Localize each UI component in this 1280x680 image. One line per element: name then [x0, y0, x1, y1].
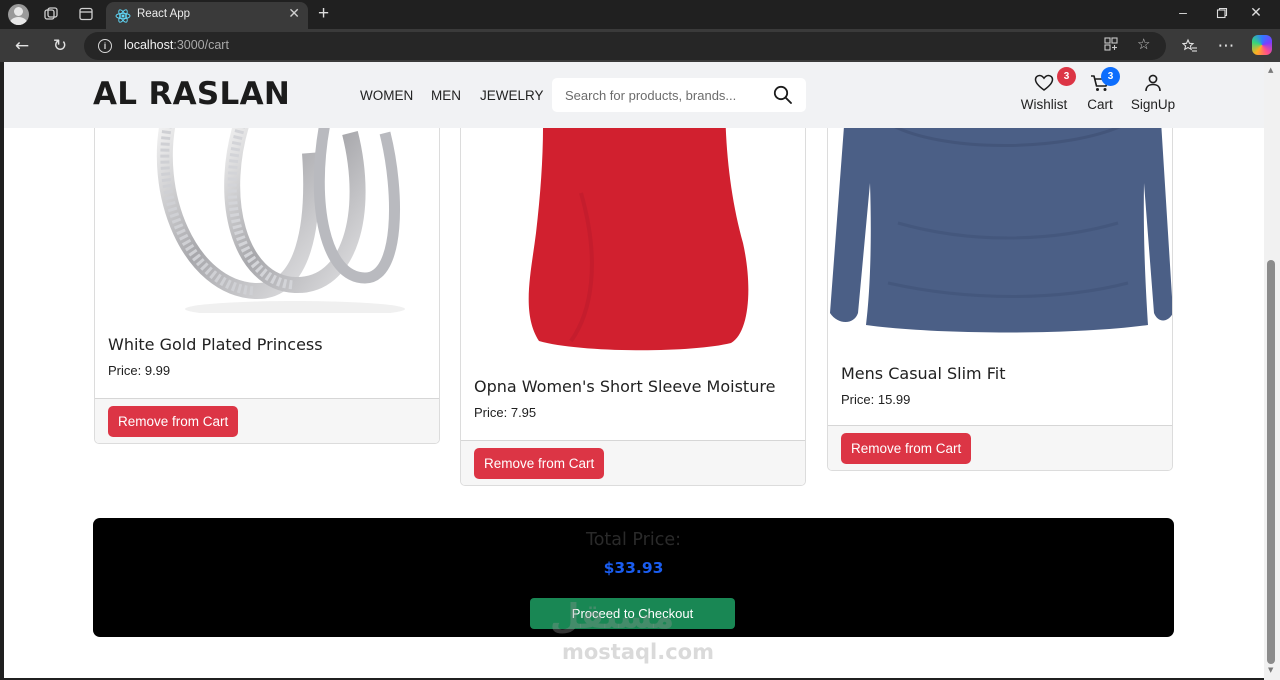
close-window-button[interactable]: ✕ — [1241, 4, 1271, 24]
cart-item-card: Mens Casual Slim Fit Price: 15.99 Remove… — [827, 72, 1173, 471]
product-price: Price: 9.99 — [108, 363, 171, 378]
card-footer: Remove from Cart — [828, 425, 1172, 470]
more-options-icon[interactable]: ⋯ — [1214, 35, 1238, 57]
app-available-icon[interactable] — [1104, 37, 1118, 55]
scroll-thumb[interactable] — [1267, 260, 1275, 664]
tab-close-icon[interactable]: ✕ — [288, 6, 300, 22]
search-input[interactable] — [552, 78, 762, 112]
maximize-button[interactable] — [1207, 4, 1237, 24]
nav-link-men[interactable]: MEN — [431, 88, 461, 103]
nav-link-women[interactable]: WOMEN — [360, 88, 413, 103]
cart-label: Cart — [1087, 97, 1113, 112]
wishlist-label: Wishlist — [1020, 97, 1068, 112]
remove-from-cart-button[interactable]: Remove from Cart — [841, 433, 972, 464]
heart-icon — [1034, 74, 1054, 91]
product-title: White Gold Plated Princess — [108, 335, 323, 354]
product-price: Price: 15.99 — [841, 392, 911, 407]
scroll-up-arrow-icon[interactable]: ▲ — [1268, 66, 1273, 74]
new-tab-button[interactable]: + — [318, 3, 329, 25]
total-price-value: $33.93 — [603, 559, 664, 577]
search-icon — [773, 85, 792, 104]
product-title: Mens Casual Slim Fit — [841, 364, 1006, 383]
favorite-star-icon[interactable]: ☆ — [1137, 35, 1150, 53]
cart-link[interactable]: 3 Cart — [1084, 67, 1120, 120]
react-favicon-icon — [115, 9, 131, 23]
user-icon — [1145, 74, 1161, 92]
workspaces-icon[interactable] — [40, 4, 62, 24]
minimize-button[interactable]: – — [1168, 4, 1198, 24]
site-info-icon[interactable]: i — [98, 39, 112, 53]
product-title: Opna Women's Short Sleeve Moisture — [474, 377, 776, 396]
browser-tab-bar: React App ✕ + – ✕ — [0, 0, 1280, 29]
watermark-logo-latin: mostaql.com — [562, 640, 714, 664]
address-bar[interactable]: i localhost:3000/cart ☆ — [84, 32, 1166, 60]
favorites-icon[interactable] — [1178, 35, 1202, 57]
search-box — [552, 78, 806, 112]
remove-from-cart-button[interactable]: Remove from Cart — [108, 406, 239, 437]
signup-link[interactable]: SignUp — [1130, 72, 1176, 120]
wishlist-link[interactable]: 3 Wishlist — [1019, 67, 1076, 120]
nav-link-jewelry[interactable]: JEWELRY — [480, 88, 544, 103]
site-navbar: AL RASLAN WOMEN MEN JEWELRY 3 Wishlist 3… — [4, 62, 1264, 128]
total-price-label: Total Price: — [585, 530, 682, 550]
page-scrollbar[interactable]: ▲ ▼ — [1264, 62, 1280, 680]
tab-react-app[interactable]: React App ✕ — [106, 2, 308, 29]
card-footer: Remove from Cart — [95, 398, 439, 443]
search-button[interactable] — [768, 83, 798, 107]
cart-item-card: Opna Women's Short Sleeve Moisture Price… — [460, 72, 806, 486]
browser-toolbar: ← ↻ i localhost:3000/cart ☆ ⋯ — [0, 29, 1280, 62]
back-arrow-icon[interactable]: ← — [10, 35, 34, 57]
url-text: localhost:3000/cart — [124, 38, 229, 52]
card-footer: Remove from Cart — [461, 440, 805, 485]
vertical-tabs-icon[interactable] — [75, 4, 97, 24]
scroll-down-arrow-icon[interactable]: ▼ — [1268, 666, 1273, 674]
tab-title: React App — [137, 8, 191, 20]
signup-label: SignUp — [1130, 97, 1176, 112]
brand-logo[interactable]: AL RASLAN — [93, 76, 290, 112]
watermark-logo-arabic: مستقل — [550, 597, 675, 637]
reload-icon[interactable]: ↻ — [48, 35, 72, 57]
product-price: Price: 7.95 — [474, 405, 537, 420]
page-viewport: AL RASLAN WOMEN MEN JEWELRY 3 Wishlist 3… — [4, 62, 1264, 678]
remove-from-cart-button[interactable]: Remove from Cart — [474, 448, 605, 479]
copilot-icon[interactable] — [1252, 35, 1272, 55]
cart-count-badge: 3 — [1101, 67, 1120, 86]
wishlist-count-badge: 3 — [1057, 67, 1076, 86]
profile-avatar-icon[interactable] — [8, 4, 29, 25]
